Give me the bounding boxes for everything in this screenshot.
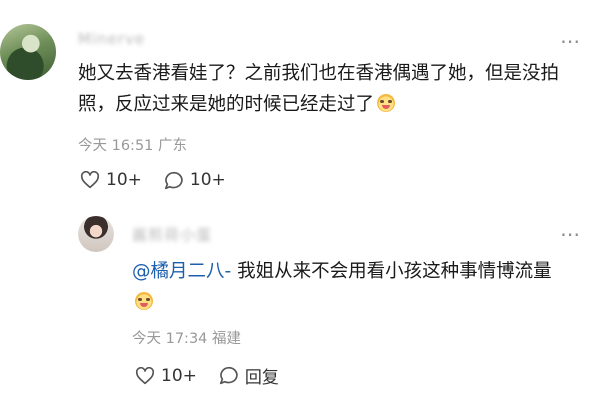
reply-like-button[interactable]: 10+ xyxy=(135,366,197,386)
comment-content: 她又去香港看娃了？之前我们也在香港偶遇了她，但是没拍照，反应过来是她的时候已经走… xyxy=(78,63,560,115)
reply-username[interactable]: 酱煎荷小蛋 xyxy=(132,224,212,245)
comment-actions: 10+ 10+ xyxy=(80,170,248,190)
like-count: 10+ xyxy=(106,170,142,190)
reply-label: 回复 xyxy=(244,368,279,388)
like-button[interactable]: 10+ xyxy=(80,170,142,190)
reply-reply-button[interactable]: 回复 xyxy=(219,363,279,388)
chat-bubble-icon xyxy=(219,366,238,385)
heart-icon xyxy=(135,366,155,384)
reply-button[interactable]: 10+ xyxy=(164,170,226,190)
reply-meta: 今天 17:34 福建 xyxy=(132,327,241,348)
reply-text: @橘月二八- 我姐从来不会用看小孩这种事情博流量 xyxy=(132,256,572,318)
reply-actions: 10+ 回复 xyxy=(135,363,301,388)
avatar[interactable] xyxy=(0,24,56,80)
reply-content: 我姐从来不会用看小孩这种事情博流量 xyxy=(237,261,552,282)
comment-username[interactable]: Minerve xyxy=(78,30,145,48)
crying-face-icon xyxy=(377,94,396,112)
comment-location: 广东 xyxy=(158,138,188,154)
reply-time: 今天 17:34 xyxy=(132,331,208,347)
more-options-icon[interactable]: ⋯ xyxy=(560,31,581,51)
reply-location: 福建 xyxy=(212,331,242,347)
comment-time: 今天 16:51 xyxy=(78,138,154,154)
heart-icon xyxy=(80,171,100,189)
reply-count: 10+ xyxy=(189,170,226,190)
reply-like-count: 10+ xyxy=(161,365,197,386)
comment-meta: 今天 16:51 广东 xyxy=(78,134,187,155)
chat-bubble-icon xyxy=(164,171,183,189)
comment-text: 她又去香港看娃了？之前我们也在香港偶遇了她，但是没拍照，反应过来是她的时候已经走… xyxy=(78,58,583,120)
crying-face-icon xyxy=(135,292,153,310)
reply-more-options-icon[interactable]: ⋯ xyxy=(560,224,581,244)
mention-link[interactable]: @橘月二八- xyxy=(132,261,231,282)
reply-avatar[interactable] xyxy=(78,216,114,252)
